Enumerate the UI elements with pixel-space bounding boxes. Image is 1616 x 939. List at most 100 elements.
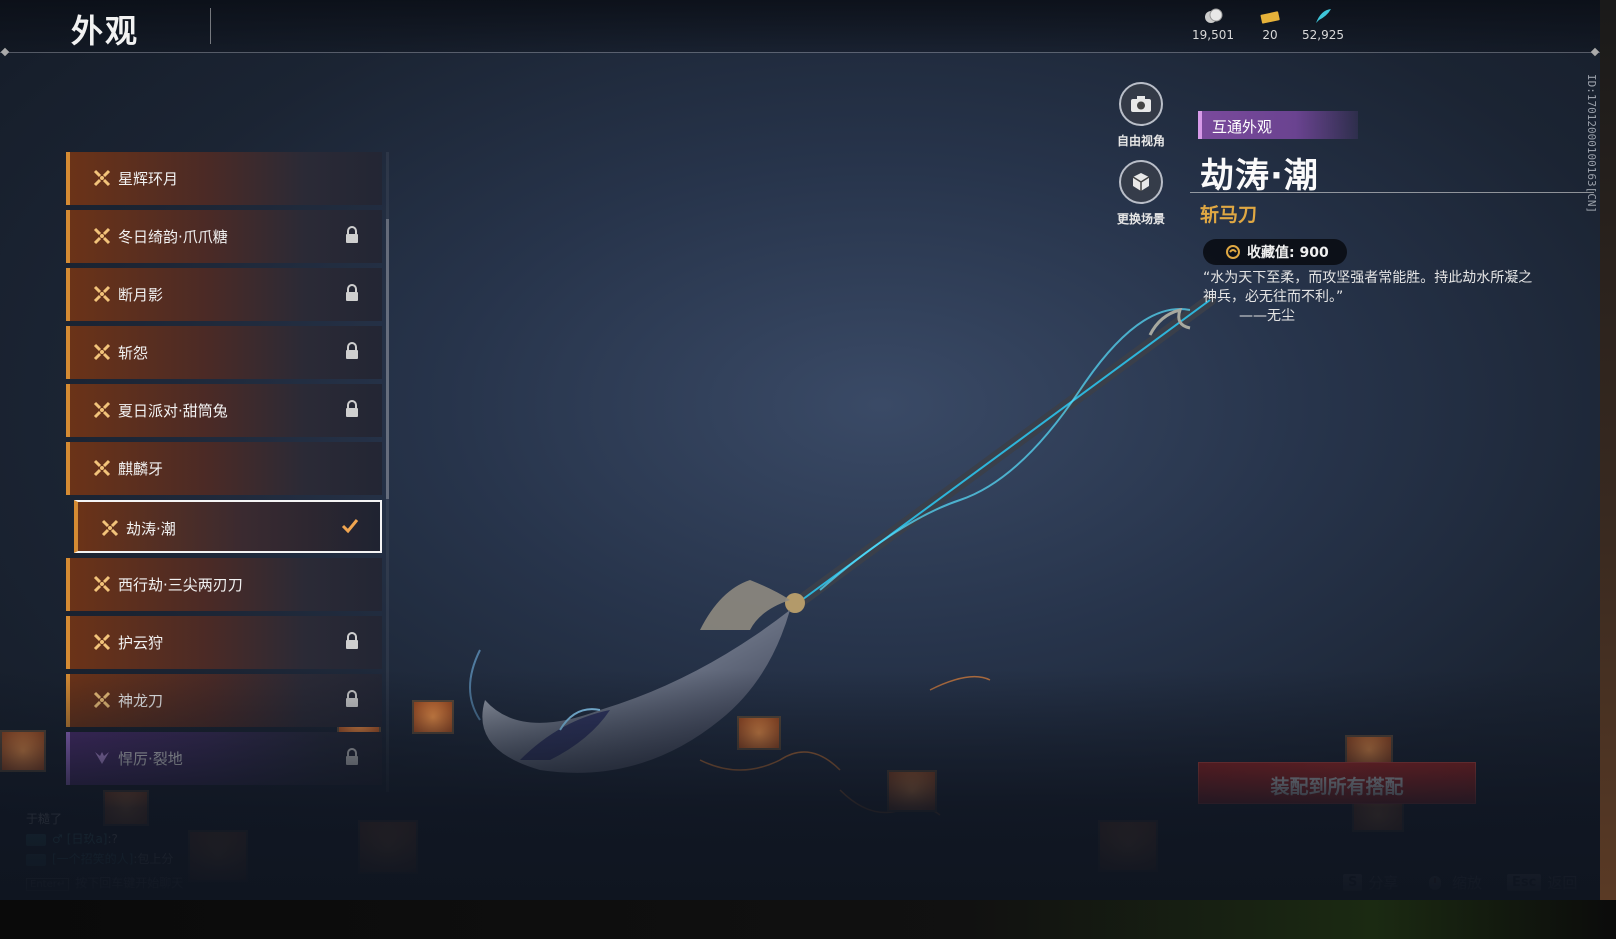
chat-message: 于糙了 (26, 810, 62, 827)
collection-icon (1226, 245, 1240, 259)
weapon-skin-icon (93, 459, 111, 477)
share-key: S (1343, 874, 1363, 891)
lock-icon (346, 226, 358, 243)
top-divider (0, 47, 1600, 57)
skin-list-item-label: 冬日绮韵·爪爪糖 (118, 228, 228, 246)
ticket-icon (1260, 11, 1280, 24)
currency-feathers[interactable]: 52,925 (1293, 8, 1353, 42)
window-edge (1600, 0, 1616, 900)
chat-message: ♂ [日玖a]:? (26, 830, 118, 847)
weapon-skin-icon (93, 343, 111, 361)
lantern-decoration (1352, 800, 1404, 832)
weapon-skin-icon (93, 285, 111, 303)
lantern-decoration (1345, 735, 1393, 765)
share-hint[interactable]: S 分享 (1343, 872, 1398, 893)
skin-list-item[interactable]: 断月影 (66, 268, 382, 321)
title-divider (210, 8, 211, 44)
back-hint[interactable]: Esc 返回 (1507, 872, 1577, 893)
share-label: 分享 (1368, 874, 1399, 892)
skin-list-item[interactable]: 夏日派对·甜筒兔 (66, 384, 382, 437)
lock-icon (346, 342, 358, 359)
currency-coins[interactable]: 19,501 (1183, 8, 1243, 42)
chat-sender[interactable]: [日玖a] (67, 832, 108, 846)
lantern-decoration (188, 830, 248, 882)
skin-list-item[interactable]: 星辉环月 (66, 152, 382, 205)
equip-all-button[interactable]: 装配到所有搭配 (1198, 762, 1476, 804)
skin-list-item-label: 星辉环月 (118, 170, 179, 188)
skin-list-item-label: 夏日派对·甜筒兔 (118, 402, 228, 420)
chat-sender[interactable]: [一个招笑的人] (52, 852, 133, 866)
coin-icon (1205, 8, 1223, 23)
weapon-skin-icon (93, 691, 111, 709)
feather-icon (1316, 9, 1331, 23)
equip-all-label: 装配到所有搭配 (1270, 776, 1404, 798)
currency-feathers-value: 52,925 (1302, 28, 1344, 42)
chat-message-text: :包上分 (133, 852, 174, 866)
skin-description: “水为天下至柔，而攻坚强者常能胜。持此劫水所凝之神兵，必无往而不利。” ——无尘 (1203, 269, 1543, 326)
skin-list-item[interactable]: 西行劫·三尖两刃刀 (66, 558, 382, 611)
quote-text: “水为天下至柔，而攻坚强者常能胜。持此劫水所凝之神兵，必无往而不利。” (1203, 270, 1533, 305)
skin-list-item-label: 西行劫·三尖两刃刀 (118, 576, 243, 594)
skin-list-item[interactable]: 神龙刀 (66, 674, 382, 727)
free-view-button[interactable]: 自由视角 (1101, 82, 1181, 149)
lantern-decoration (1098, 820, 1158, 872)
cross-platform-tag: 互通外观 (1198, 111, 1358, 139)
scene-cube-icon (1119, 160, 1163, 204)
chat-input-prompt[interactable]: Enter↵ 按下回车键开始聊天 (26, 874, 183, 891)
skin-name: 劫涛·潮 (1200, 156, 1319, 196)
back-key: Esc (1507, 874, 1542, 891)
skin-list-item-label: 护云狩 (118, 634, 164, 652)
list-scrollbar[interactable] (386, 219, 389, 499)
male-icon: ♂ (52, 832, 63, 846)
item-id: ID:17012000100163[CN] (1585, 74, 1598, 214)
scene-background: 外观 19,501 20 52,925 星辉环月冬日绮韵·爪爪糖断月影 斩怨夏日派… (0, 0, 1600, 900)
weapon-skin-icon (93, 633, 111, 651)
camera-icon (1119, 82, 1163, 126)
zoom-label: 缩放 (1452, 874, 1483, 892)
lock-icon (346, 690, 358, 707)
skin-list-item-label: 劫涛·潮 (126, 520, 176, 538)
skin-list-item[interactable]: 劫涛·潮 (74, 500, 382, 553)
weapon-skin-icon (93, 169, 111, 187)
lock-icon (346, 632, 358, 649)
skin-list-item[interactable]: 麒麟牙 (66, 442, 382, 495)
lock-icon (346, 284, 358, 301)
collection-value: 收藏值: 900 (1247, 245, 1329, 261)
skin-list-item[interactable]: 护云狩 (66, 616, 382, 669)
lantern-decoration (337, 705, 381, 739)
free-view-label: 自由视角 (1116, 134, 1165, 148)
currency-tickets-value: 20 (1262, 28, 1278, 42)
skin-list-item[interactable]: 冬日绮韵·爪爪糖 (66, 210, 382, 263)
chat-channel-icon (26, 833, 46, 846)
chat-message-text: 于糙了 (26, 812, 63, 826)
mouse-scroll-icon (1429, 875, 1441, 890)
lantern-decoration (412, 700, 454, 734)
zoom-hint[interactable]: 缩放 (1424, 872, 1482, 893)
weapon-skin-icon (95, 752, 109, 764)
lantern-decoration (358, 820, 418, 874)
skin-list-item-label: 麒麟牙 (118, 460, 164, 478)
skin-list-item[interactable]: 斩怨 (66, 326, 382, 379)
weapon-skin-icon (101, 519, 119, 537)
page-title: 外观 (71, 12, 140, 50)
chat-message: [一个招笑的人]:包上分 (26, 850, 173, 867)
chat-message-text: :? (107, 832, 118, 846)
lantern-decoration (887, 770, 937, 812)
weapon-skin-icon (93, 401, 111, 419)
skin-list-item[interactable]: 悍厉·裂地 (66, 732, 382, 785)
quote-author: ——无尘 (1239, 308, 1295, 324)
skin-list-item-label: 悍厉·裂地 (118, 750, 183, 768)
collection-value-badge: 收藏值: 900 (1203, 239, 1347, 265)
lantern-decoration (0, 730, 46, 772)
lock-icon (346, 400, 358, 417)
change-scene-button[interactable]: 更换场景 (1101, 160, 1181, 227)
chat-channel-icon (26, 853, 46, 866)
weapon-type: 斩马刀 (1200, 204, 1258, 226)
currency-tickets[interactable]: 20 (1240, 8, 1300, 42)
weapon-skin-icon (93, 575, 111, 593)
lock-icon (346, 748, 358, 765)
lantern-decoration (103, 790, 149, 826)
skin-list-item-label: 神龙刀 (118, 692, 164, 710)
checkmark-icon (341, 519, 359, 534)
name-divider (1190, 192, 1594, 193)
